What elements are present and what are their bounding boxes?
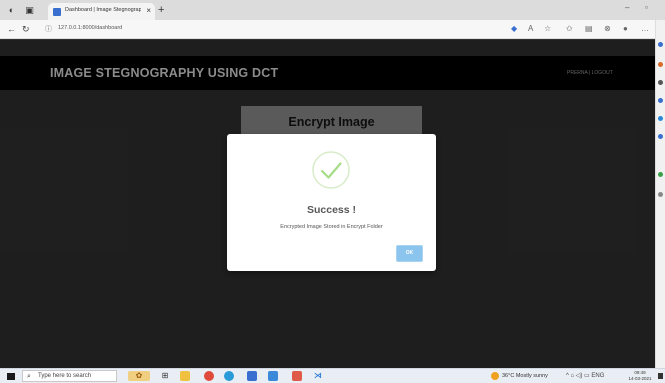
refresh-icon[interactable]: ↻ bbox=[22, 24, 30, 34]
taskbar-search-input[interactable]: ⌕ Type here to search bbox=[22, 370, 117, 382]
weather-widget[interactable]: 36°C Mostly sunny bbox=[491, 371, 561, 382]
start-icon[interactable] bbox=[7, 373, 15, 380]
search-icon: ⌕ bbox=[27, 373, 31, 380]
url-text: 127.0.0.1:8000/dashboard bbox=[58, 25, 123, 31]
favorites-list-icon[interactable]: ✩ bbox=[566, 24, 573, 34]
edge-taskbar-active-icon[interactable] bbox=[247, 371, 257, 381]
profile-icon[interactable]: ● bbox=[623, 24, 628, 34]
new-tab-button[interactable]: + bbox=[158, 4, 164, 16]
sidebar-shopping-icon[interactable] bbox=[658, 62, 663, 67]
favorite-icon[interactable]: ☆ bbox=[544, 24, 551, 34]
edge-icon[interactable] bbox=[224, 371, 234, 381]
sidebar-add-icon[interactable] bbox=[658, 192, 663, 197]
browser-tab-dashboard[interactable]: Dashboard | Image Stegnograph: × bbox=[48, 3, 155, 20]
collections-icon[interactable]: ▤ bbox=[585, 24, 593, 34]
sidebar-office-icon[interactable] bbox=[658, 116, 663, 121]
sync-icon[interactable]: ⊗ bbox=[604, 24, 611, 34]
taskbar-widget-icon[interactable]: ✿ bbox=[128, 371, 150, 381]
sidebar-outlook-icon[interactable] bbox=[658, 134, 663, 139]
vscode-icon[interactable]: ⋊ bbox=[313, 371, 323, 381]
tab-actions-icon[interactable]: ▣ bbox=[24, 5, 35, 15]
sidebar-search-icon[interactable] bbox=[658, 42, 663, 47]
chrome-icon[interactable] bbox=[204, 371, 214, 381]
site-info-icon[interactable]: ⓘ bbox=[45, 24, 52, 34]
tab-close-icon[interactable]: × bbox=[146, 6, 151, 15]
dialog-title: Success ! bbox=[306, 204, 357, 216]
read-aloud-icon[interactable]: A bbox=[528, 24, 533, 34]
web-page: IMAGE STEGNOGRAPHY USING DCT PRERNA | LO… bbox=[0, 40, 655, 368]
browser-toolbar: ← ↻ ⓘ 127.0.0.1:8000/dashboard ◆ A ☆ ✩ ▤… bbox=[0, 20, 665, 39]
weather-text: 36°C Mostly sunny bbox=[502, 373, 548, 379]
browser-profile-icon[interactable]: ◐ bbox=[6, 5, 17, 15]
python-icon[interactable] bbox=[268, 371, 278, 381]
task-view-icon[interactable]: ⊞ bbox=[160, 371, 170, 381]
taskbar-clock[interactable]: 09:49 14-03-2021 bbox=[626, 370, 654, 382]
tab-favicon-icon bbox=[53, 8, 61, 16]
file-explorer-icon[interactable] bbox=[180, 371, 190, 381]
search-placeholder: Type here to search bbox=[38, 373, 92, 379]
windows-taskbar: ⌕ Type here to search ✿ ⊞ ⋊ 36°C Mostly … bbox=[0, 368, 665, 383]
success-check-icon bbox=[312, 151, 350, 189]
sidebar-app-icon[interactable] bbox=[658, 172, 663, 177]
address-bar[interactable]: ⓘ 127.0.0.1:8000/dashboard bbox=[45, 24, 505, 35]
sidebar-tools-icon[interactable] bbox=[658, 80, 663, 85]
back-icon[interactable]: ← bbox=[7, 24, 16, 34]
dialog-message: Encrypted Image Stored in Encrypt Folder bbox=[280, 224, 383, 230]
more-icon[interactable]: … bbox=[641, 24, 649, 34]
system-tray[interactable]: ^ ⌂ ◁) ▭ ENG bbox=[566, 372, 604, 379]
browser-tab-strip: ◐ ▣ Dashboard | Image Stegnograph: × + –… bbox=[0, 0, 665, 20]
clock-date: 14-03-2021 bbox=[628, 376, 652, 381]
maximize-icon[interactable]: ▫ bbox=[645, 3, 648, 12]
extension-icon[interactable]: ◆ bbox=[511, 24, 517, 34]
app-red-icon[interactable] bbox=[292, 371, 302, 381]
sun-icon bbox=[491, 372, 499, 380]
success-dialog: Success ! Encrypted Image Stored in Encr… bbox=[227, 134, 436, 271]
tab-title: Dashboard | Image Stegnograph: bbox=[65, 7, 141, 13]
sidebar-games-icon[interactable] bbox=[658, 98, 663, 103]
minimize-icon[interactable]: – bbox=[625, 3, 629, 12]
edge-sidebar bbox=[655, 20, 665, 368]
ok-button[interactable]: OK bbox=[396, 245, 423, 262]
notification-icon[interactable] bbox=[658, 373, 663, 379]
